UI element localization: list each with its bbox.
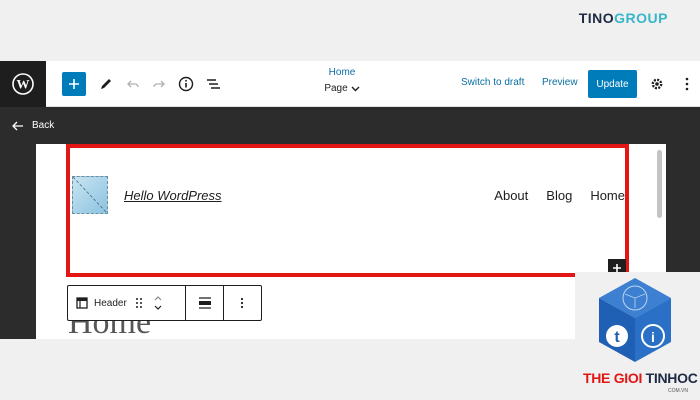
update-button[interactable]: Update xyxy=(588,70,637,98)
block-toolbar: Header xyxy=(67,285,262,321)
align-button[interactable] xyxy=(186,286,224,320)
undo-icon xyxy=(127,80,139,88)
back-label: Back xyxy=(32,120,55,131)
corner-brand-domain: COM.VN xyxy=(668,388,688,394)
watermark-brand-dark: TINO xyxy=(578,10,615,26)
header-block[interactable]: Hello WordPress About Blog Home xyxy=(66,144,629,277)
svg-text:W: W xyxy=(17,77,30,92)
watermark-brand: TINOGROUP xyxy=(579,10,668,26)
info-icon xyxy=(178,76,194,92)
screenshot: TINOGROUP W Home Page Switch to draft Pr… xyxy=(0,0,700,400)
nav-item-about[interactable]: About xyxy=(494,188,528,203)
document-type[interactable]: Page xyxy=(300,83,384,94)
document-type-label: Page xyxy=(324,83,348,94)
plus-icon xyxy=(69,79,79,89)
chevron-down-icon xyxy=(351,86,360,91)
more-vertical-icon xyxy=(685,77,689,91)
block-type-label: Header xyxy=(94,297,127,309)
move-up-down-icon[interactable] xyxy=(153,293,163,313)
drag-handle-icon[interactable] xyxy=(135,297,143,309)
align-full-icon xyxy=(198,297,211,309)
editor-toolbar: W Home Page Switch to draft Preview Upda… xyxy=(0,61,700,107)
details-button[interactable] xyxy=(177,69,195,99)
gear-icon xyxy=(651,78,663,90)
wordpress-icon: W xyxy=(12,73,34,95)
redo-icon xyxy=(153,80,165,88)
corner-brand-part2: TINHOC xyxy=(645,370,698,386)
pencil-icon xyxy=(101,79,111,89)
corner-brand-part1: THE GIOI xyxy=(583,370,643,386)
more-vertical-icon xyxy=(240,297,244,309)
preview-button[interactable]: Preview xyxy=(542,77,578,88)
switch-to-draft-button[interactable]: Switch to draft xyxy=(461,77,524,88)
options-button[interactable] xyxy=(680,69,694,99)
svg-text:i: i xyxy=(651,329,655,345)
block-type-switcher[interactable]: Header xyxy=(68,286,186,320)
site-logo-placeholder[interactable] xyxy=(72,176,108,214)
canvas-scrollbar[interactable] xyxy=(657,150,662,218)
watermark-brand-accent: GROUP xyxy=(614,10,668,26)
document-name: Home xyxy=(328,67,356,78)
block-options-button[interactable] xyxy=(224,286,260,320)
header-block-icon xyxy=(76,297,88,309)
nav-item-blog[interactable]: Blog xyxy=(546,188,572,203)
add-block-button[interactable] xyxy=(62,72,86,96)
corner-brand-logo: t i THE GIOI TINHOC COM.VN xyxy=(575,272,700,400)
back-button[interactable]: Back xyxy=(12,120,54,131)
cube-logo-icon: t i xyxy=(599,278,671,362)
corner-brand-name: THE GIOI TINHOC xyxy=(583,370,698,386)
logo-placeholder-icon xyxy=(72,176,108,214)
arrow-left-icon xyxy=(12,121,23,130)
settings-button[interactable] xyxy=(648,69,666,99)
undo-button[interactable] xyxy=(124,69,142,99)
list-view-button[interactable] xyxy=(204,69,222,99)
nav-item-home[interactable]: Home xyxy=(590,188,625,203)
site-title[interactable]: Hello WordPress xyxy=(124,188,222,203)
document-title[interactable]: Home Page xyxy=(300,67,384,94)
redo-button[interactable] xyxy=(150,69,168,99)
svg-text:t: t xyxy=(614,329,620,346)
navigation: About Blog Home xyxy=(494,188,625,203)
tools-button[interactable] xyxy=(97,69,115,99)
wordpress-logo-button[interactable]: W xyxy=(0,61,46,107)
list-view-icon xyxy=(207,79,220,89)
